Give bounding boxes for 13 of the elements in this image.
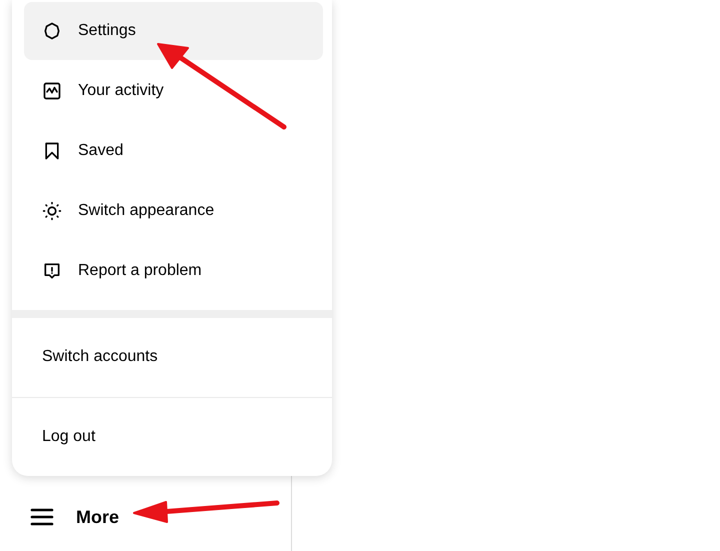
menu-item[interactable]: Settings <box>24 2 323 60</box>
report-icon <box>42 261 62 281</box>
more-button[interactable]: More <box>30 501 291 533</box>
menu-item[interactable]: Report a problem <box>24 242 323 300</box>
menu-item[interactable]: Saved <box>24 122 323 180</box>
menu-item[interactable]: Your activity <box>24 62 323 120</box>
menu-item[interactable]: Switch appearance <box>24 182 323 240</box>
sun-icon <box>42 201 62 221</box>
menu-icon <box>30 507 54 527</box>
activity-icon <box>42 81 62 101</box>
settings-icon <box>42 21 62 41</box>
menu-item[interactable]: Switch accounts <box>12 318 332 396</box>
menu-item[interactable]: Log out <box>12 398 332 476</box>
